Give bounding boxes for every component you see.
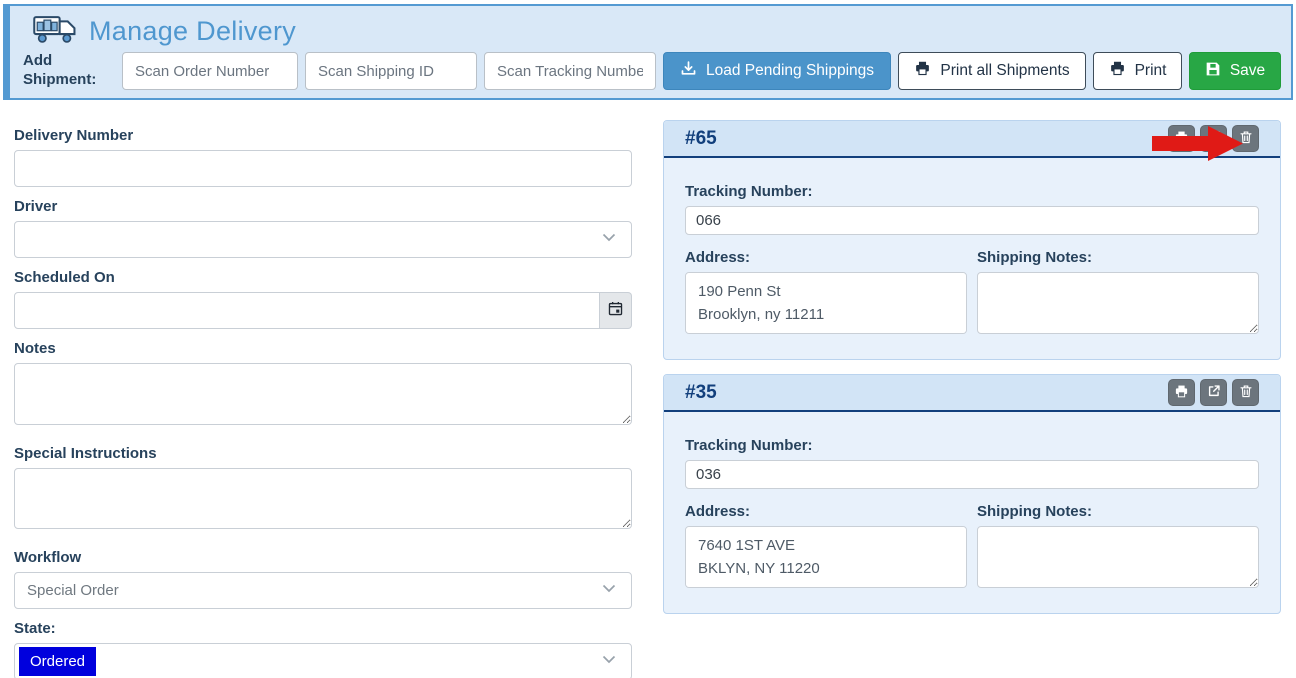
save-icon — [1205, 61, 1221, 82]
notes-group: Notes — [14, 341, 632, 430]
address-textarea[interactable]: 7640 1ST AVE BKLYN, NY 11220 — [685, 526, 967, 588]
tracking-number-label: Tracking Number: — [685, 184, 1259, 199]
external-link-icon — [1207, 130, 1221, 147]
delivery-number-input[interactable] — [14, 150, 632, 187]
special-instructions-group: Special Instructions — [14, 446, 632, 534]
shipment-card-body: Tracking Number: Address: 190 Penn St Br… — [664, 158, 1280, 359]
delivery-number-group: Delivery Number — [14, 128, 632, 187]
shipping-notes-textarea[interactable] — [977, 526, 1259, 588]
shipping-notes-textarea[interactable] — [977, 272, 1259, 334]
delivery-number-label: Delivery Number — [14, 128, 632, 143]
notes-textarea[interactable] — [14, 363, 632, 425]
load-pending-shippings-label: Load Pending Shippings — [706, 62, 874, 80]
special-instructions-label: Special Instructions — [14, 446, 632, 461]
shipment-card-body: Tracking Number: Address: 7640 1ST AVE B… — [664, 412, 1280, 613]
shipping-notes-field: Shipping Notes: — [977, 504, 1259, 593]
workflow-group: Workflow Special Order — [14, 550, 632, 609]
trash-icon — [1239, 384, 1253, 401]
notes-label: Notes — [14, 341, 632, 356]
shipping-notes-label: Shipping Notes: — [977, 504, 1259, 519]
printer-icon — [1174, 384, 1189, 402]
title-row: Manage Delivery — [23, 11, 1281, 51]
address-label: Address: — [685, 250, 967, 265]
printer-icon — [1109, 60, 1126, 82]
delete-shipment-button[interactable] — [1232, 379, 1259, 406]
add-shipment-label: Add Shipment: — [23, 52, 115, 90]
delete-shipment-button[interactable] — [1232, 125, 1259, 152]
workflow-label: Workflow — [14, 550, 632, 565]
delivery-form: Delivery Number Driver Scheduled On — [14, 128, 632, 678]
print-button-label: Print — [1135, 62, 1167, 80]
address-field: Address: 190 Penn St Brooklyn, ny 11211 — [685, 250, 967, 339]
tracking-number-input[interactable] — [685, 206, 1259, 235]
add-shipment-toolbar: Add Shipment: Load Pending Shippings — [23, 52, 1281, 90]
date-picker-button[interactable] — [600, 292, 632, 329]
calendar-icon — [607, 300, 624, 322]
page-title: Manage Delivery — [89, 16, 296, 47]
workflow-select[interactable]: Special Order — [14, 572, 632, 609]
trash-icon — [1239, 130, 1253, 147]
save-button[interactable]: Save — [1189, 52, 1281, 90]
scheduled-on-group: Scheduled On — [14, 270, 632, 329]
shipment-id: #35 — [685, 382, 717, 404]
special-instructions-textarea[interactable] — [14, 468, 632, 529]
main-content: Delivery Number Driver Scheduled On — [0, 100, 1296, 678]
chevron-down-icon — [601, 229, 617, 250]
shipment-card-header: #35 — [664, 375, 1280, 412]
scheduled-on-input[interactable] — [14, 292, 600, 329]
shipment-id: #65 — [685, 128, 717, 150]
shipping-notes-field: Shipping Notes: — [977, 250, 1259, 339]
address-field: Address: 7640 1ST AVE BKLYN, NY 11220 — [685, 504, 967, 593]
header-panel: Manage Delivery Add Shipment: Load Pendi… — [3, 4, 1293, 100]
tracking-number-label: Tracking Number: — [685, 438, 1259, 453]
print-shipment-button[interactable] — [1168, 379, 1195, 406]
save-button-label: Save — [1230, 62, 1265, 80]
delivery-truck-icon — [33, 14, 77, 49]
tracking-number-input[interactable] — [685, 460, 1259, 489]
state-select[interactable]: Ordered — [14, 643, 632, 678]
shipment-card-35: #35 — [663, 374, 1281, 614]
shipment-actions — [1168, 379, 1259, 406]
chevron-down-icon — [601, 580, 617, 601]
print-shipment-button[interactable] — [1168, 125, 1195, 152]
print-all-shipments-label: Print all Shipments — [940, 62, 1069, 80]
scan-tracking-number-input[interactable] — [484, 52, 656, 90]
load-pending-shippings-button[interactable]: Load Pending Shippings — [663, 52, 891, 90]
driver-group: Driver — [14, 199, 632, 258]
shipping-notes-label: Shipping Notes: — [977, 250, 1259, 265]
printer-icon — [1174, 130, 1189, 148]
workflow-select-value: Special Order — [27, 582, 119, 599]
shipment-actions — [1168, 125, 1259, 152]
open-shipment-button[interactable] — [1200, 125, 1227, 152]
driver-select[interactable] — [14, 221, 632, 258]
shipment-card-header: #65 — [664, 121, 1280, 158]
scan-order-number-input[interactable] — [122, 52, 298, 90]
chevron-down-icon — [601, 651, 617, 672]
scheduled-on-label: Scheduled On — [14, 270, 632, 285]
print-all-shipments-button[interactable]: Print all Shipments — [898, 52, 1086, 90]
download-icon — [680, 60, 697, 82]
state-label: State: — [14, 621, 632, 636]
manage-delivery-page: Manage Delivery Add Shipment: Load Pendi… — [0, 4, 1296, 678]
external-link-icon — [1207, 384, 1221, 401]
shipments-list: #65 — [663, 120, 1281, 628]
state-badge: Ordered — [19, 647, 96, 676]
printer-icon — [914, 60, 931, 82]
state-group: State: Ordered — [14, 621, 632, 678]
shipment-card-65: #65 — [663, 120, 1281, 360]
open-shipment-button[interactable] — [1200, 379, 1227, 406]
address-textarea[interactable]: 190 Penn St Brooklyn, ny 11211 — [685, 272, 967, 334]
address-label: Address: — [685, 504, 967, 519]
print-button[interactable]: Print — [1093, 52, 1182, 90]
scan-shipping-id-input[interactable] — [305, 52, 477, 90]
driver-label: Driver — [14, 199, 632, 214]
